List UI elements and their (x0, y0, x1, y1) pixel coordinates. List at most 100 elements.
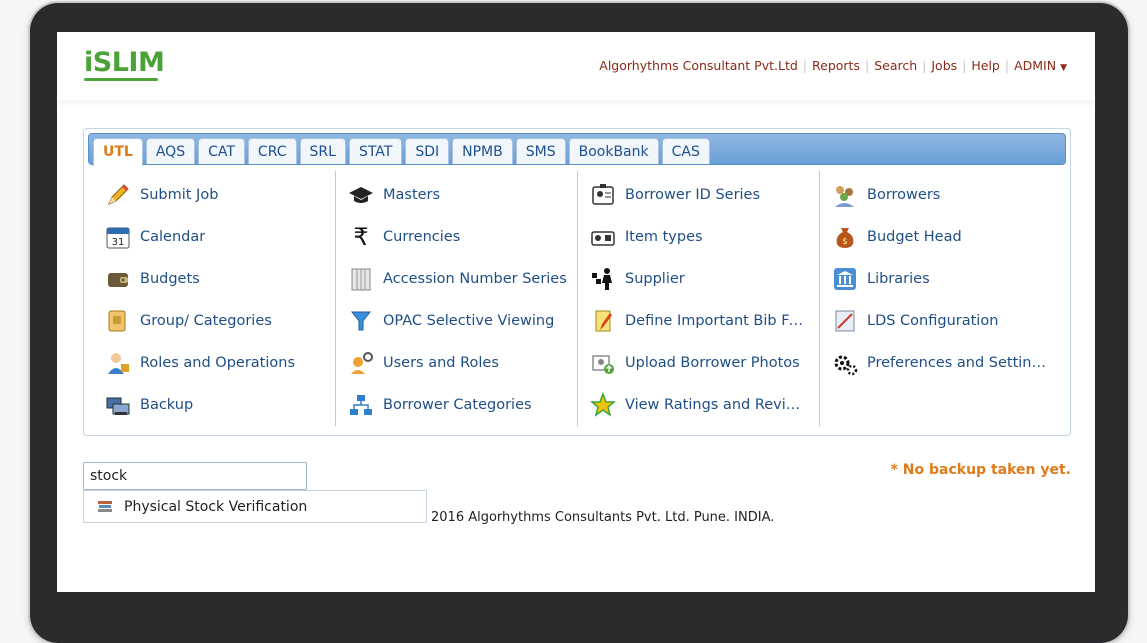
supplier-icon (589, 265, 617, 293)
notepad-icon (589, 307, 617, 335)
camera-icon (589, 223, 617, 251)
menu-item-supplier[interactable]: Supplier (589, 259, 685, 299)
svg-text:31: 31 (112, 237, 125, 248)
menu-item-label: Define Important Bib Fields (625, 313, 805, 329)
menu-item-lds-configuration[interactable]: LDS Configuration (831, 301, 998, 341)
pencil-icon (104, 181, 132, 209)
books-icon (347, 265, 375, 293)
caret-down-icon: ▼ (1060, 63, 1067, 73)
quick-search-input[interactable] (83, 462, 307, 490)
menu-item-group-categories[interactable]: Group/ Categories (104, 301, 272, 341)
tab-cas[interactable]: CAS (661, 138, 710, 164)
user-role-icon (104, 349, 132, 377)
menu-item-libraries[interactable]: Libraries (831, 259, 930, 299)
menu-item-label: Preferences and Settings (867, 355, 1047, 371)
menu-item-label: OPAC Selective Viewing (383, 313, 555, 329)
tabs: UTL AQS CAT CRC SRL STAT SDI NPMB SMS Bo… (93, 138, 710, 166)
menu-item-borrower-categories[interactable]: Borrower Categories (347, 385, 532, 425)
menu-item-borrower-id-series[interactable]: Borrower ID Series (589, 175, 760, 215)
tab-stat[interactable]: STAT (348, 138, 403, 164)
menu-item-label: Roles and Operations (140, 355, 296, 371)
menu-item-masters[interactable]: Masters (347, 175, 440, 215)
menu-item-label: Accession Number Series (383, 271, 567, 287)
menu-item-label: Submit Job (140, 187, 219, 203)
backup-icon (104, 391, 132, 419)
tab-bookbank[interactable]: BookBank (568, 138, 659, 164)
copyright-text: 2016 Algorhythms Consultants Pvt. Ltd. P… (431, 510, 775, 525)
nav-separator: | (962, 58, 967, 73)
menu-item-label: Users and Roles (383, 355, 499, 371)
tab-utl[interactable]: UTL (93, 138, 143, 166)
menu-column-4: Borrowers $ Budget Head Libraries LDS Co… (819, 171, 1060, 426)
menu-item-upload-borrower-photos[interactable]: Upload Borrower Photos (589, 343, 800, 383)
tab-sdi[interactable]: SDI (405, 138, 450, 164)
calendar-icon: 31 (104, 223, 132, 251)
menu-item-budget-head[interactable]: $ Budget Head (831, 217, 962, 257)
tab-npmb[interactable]: NPMB (452, 138, 513, 164)
tab-cat[interactable]: CAT (198, 138, 245, 164)
gears-icon (831, 349, 859, 377)
tab-sms[interactable]: SMS (515, 138, 566, 164)
tab-srl[interactable]: SRL (299, 138, 346, 164)
star-icon (589, 391, 617, 419)
menu-item-calendar[interactable]: 31 Calendar (104, 217, 205, 257)
menu-item-define-important-bib-fields[interactable]: Define Important Bib Fields (589, 301, 805, 341)
menu-item-label: Budgets (140, 271, 200, 287)
nav-separator: | (922, 58, 927, 73)
menu-item-label: Supplier (625, 271, 685, 287)
menu-item-currencies[interactable]: ₹ Currencies (347, 217, 460, 257)
menu-item-preferences-settings[interactable]: Preferences and Settings (831, 343, 1047, 383)
user-name: ADMIN (1014, 58, 1057, 73)
menu-item-users-roles[interactable]: Users and Roles (347, 343, 499, 383)
header: iSLIM Algorhythms Consultant Pvt.Ltd | R… (57, 32, 1095, 100)
wallet-icon (104, 265, 132, 293)
user-menu[interactable]: ADMIN ▼ (1014, 58, 1067, 73)
nav-separator: | (864, 58, 870, 73)
tab-bar: UTL AQS CAT CRC SRL STAT SDI NPMB SMS Bo… (88, 133, 1066, 166)
tab-crc[interactable]: CRC (247, 138, 297, 164)
app-screen: iSLIM Algorhythms Consultant Pvt.Ltd | R… (57, 32, 1095, 592)
menu-column-3: Borrower ID Series Item types Supplier D… (577, 171, 818, 426)
search-link[interactable]: Search (874, 58, 917, 73)
menu-column-2: Masters ₹ Currencies Accession Number Se… (335, 171, 576, 426)
menu-item-label: Budget Head (867, 229, 962, 245)
menu-item-backup[interactable]: Backup (104, 385, 193, 425)
svg-text:$: $ (842, 237, 848, 247)
menu-item-label: Upload Borrower Photos (625, 355, 800, 371)
money-bag-icon: $ (831, 223, 859, 251)
menu-item-label: LDS Configuration (867, 313, 999, 329)
jobs-link[interactable]: Jobs (931, 58, 957, 73)
menu-item-accession-number-series[interactable]: Accession Number Series (347, 259, 567, 299)
menu-item-label: Borrower Categories (383, 397, 532, 413)
menu-item-item-types[interactable]: Item types (589, 217, 703, 257)
menu-column-1: Submit Job 31 Calendar Budgets Group/ Ca… (104, 171, 334, 426)
menu-item-label: Item types (625, 229, 703, 245)
company-link[interactable]: Algorhythms Consultant Pvt.Ltd (599, 58, 798, 73)
search-suggestion-item[interactable]: Physical Stock Verification (83, 490, 427, 523)
rupee-icon: ₹ (353, 223, 369, 251)
funnel-icon (347, 307, 375, 335)
menu-item-label: View Ratings and Reviews (625, 397, 807, 413)
menu-item-label: Currencies (383, 229, 461, 245)
menu-item-label: Borrower ID Series (625, 187, 761, 203)
upload-photo-icon (589, 349, 617, 377)
users-icon (831, 181, 859, 209)
menu-item-view-ratings-reviews[interactable]: View Ratings and Reviews (589, 385, 807, 425)
tab-aqs[interactable]: AQS (145, 138, 196, 164)
stack-icon (96, 497, 116, 517)
menu-item-budgets[interactable]: Budgets (104, 259, 200, 299)
menu-item-label: Group/ Categories (140, 313, 272, 329)
menu-item-submit-job[interactable]: Submit Job (104, 175, 218, 215)
logo-underline (84, 78, 158, 81)
menu-item-borrowers[interactable]: Borrowers (831, 175, 940, 215)
menu-item-opac-selective-viewing[interactable]: OPAC Selective Viewing (347, 301, 554, 341)
help-link[interactable]: Help (971, 58, 1000, 73)
menu-grid: Submit Job 31 Calendar Budgets Group/ Ca… (84, 171, 1070, 426)
user-gear-icon (347, 349, 375, 377)
config-icon (831, 307, 859, 335)
menu-item-roles-operations[interactable]: Roles and Operations (104, 343, 295, 383)
suggestion-label: Physical Stock Verification (124, 498, 308, 515)
graduation-cap-icon (347, 181, 375, 209)
reports-link[interactable]: Reports (812, 58, 860, 73)
nav-separator: | (1004, 58, 1010, 73)
